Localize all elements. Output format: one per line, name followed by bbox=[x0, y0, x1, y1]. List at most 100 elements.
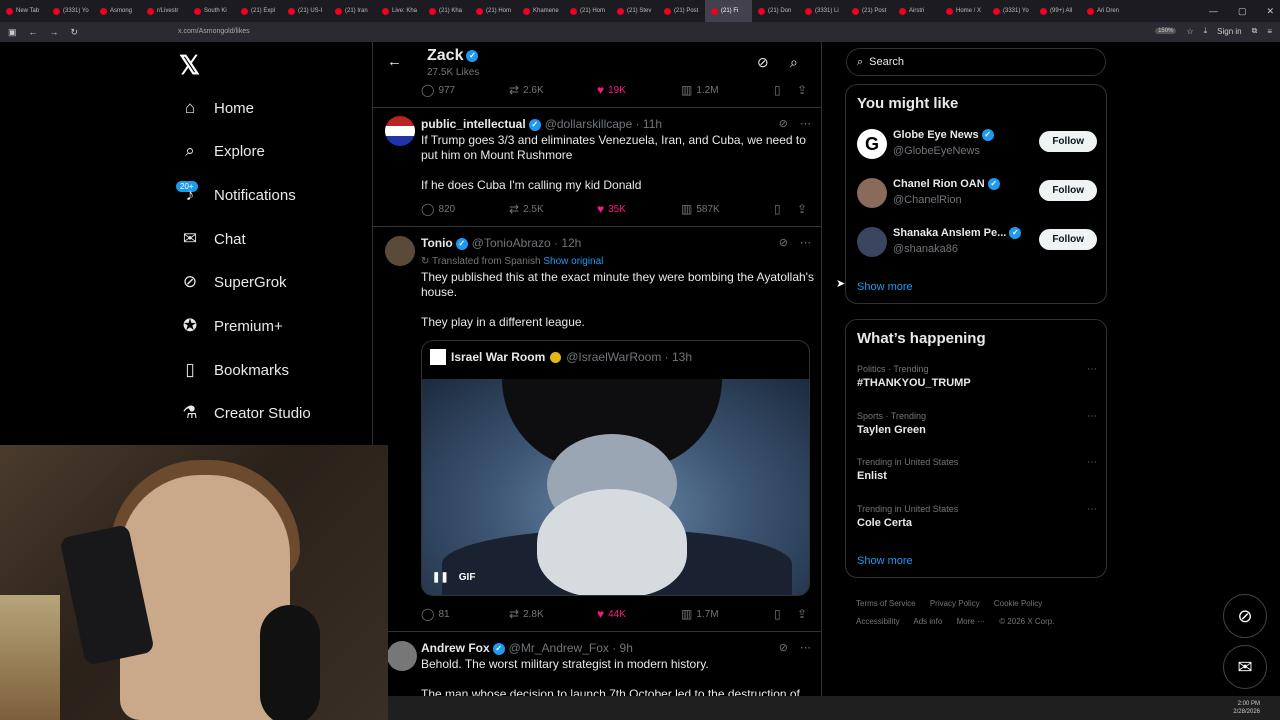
views-button[interactable]: ▥ 1.7M bbox=[681, 607, 774, 621]
like-button[interactable]: ♥ 35K bbox=[597, 202, 681, 216]
back-arrow-icon[interactable]: ← bbox=[387, 53, 402, 70]
suggested-account[interactable]: G Globe Eye News ✓ @GlobeEyeNews Follow bbox=[857, 125, 1097, 165]
more-icon[interactable]: ⋯ bbox=[800, 236, 811, 249]
browser-tab[interactable]: (21) Hom bbox=[470, 0, 517, 22]
search-input[interactable]: ⌕ Search bbox=[846, 48, 1106, 76]
avatar[interactable] bbox=[385, 236, 415, 266]
browser-tab[interactable]: (21) Fi bbox=[705, 0, 752, 22]
browser-tab[interactable]: Asmong bbox=[94, 0, 141, 22]
share-button[interactable]: ⇪ bbox=[797, 83, 807, 97]
reply-button[interactable]: ◯ 81 bbox=[421, 607, 509, 621]
bookmark-button[interactable]: ▯ bbox=[774, 83, 797, 97]
repost-button[interactable]: ⇄ 2.8K bbox=[509, 607, 597, 621]
x-logo[interactable]: 𝕏 bbox=[179, 50, 200, 81]
grok-icon[interactable]: ⊘ bbox=[779, 117, 788, 130]
post-author[interactable]: Tonio ✓ @TonioAbrazo · 12h bbox=[421, 236, 581, 250]
extensions-icon[interactable]: ⧉ bbox=[1252, 26, 1258, 36]
address-input[interactable]: x.com/Asmongold/likes bbox=[178, 28, 250, 35]
post-author[interactable]: public_intellectual ✓ @dollarskillcape · 1… bbox=[421, 117, 662, 131]
menu-icon[interactable]: ≡ bbox=[1267, 27, 1272, 36]
quoted-post-author[interactable]: Israel War Room @IsraelWarRoom · 13h bbox=[430, 349, 692, 365]
more-icon[interactable]: ⋯ bbox=[1087, 457, 1097, 468]
bookmark-button[interactable]: ▯ bbox=[774, 607, 797, 621]
views-button[interactable]: ▥ 1.2M bbox=[681, 83, 774, 97]
like-button[interactable]: ♥ 19K bbox=[597, 83, 681, 97]
close-icon[interactable]: ✕ bbox=[1266, 6, 1274, 17]
suggested-account[interactable]: Shanaka Anslem Pe... ✓ @shanaka86 Follow bbox=[857, 223, 1097, 263]
messages-fab-button[interactable]: ✉ bbox=[1223, 645, 1267, 689]
minimize-icon[interactable]: — bbox=[1209, 6, 1218, 16]
grok-icon[interactable]: ⊘ bbox=[779, 236, 788, 249]
trend-item[interactable]: Politics · Trending #THANKYOU_TRUMP ⋯ bbox=[857, 364, 1097, 389]
footer-link[interactable]: Terms of Service bbox=[856, 599, 916, 608]
browser-tab[interactable]: (21) Don bbox=[752, 0, 799, 22]
share-button[interactable]: ⇪ bbox=[797, 202, 807, 216]
bookmark-button[interactable]: ▯ bbox=[774, 202, 797, 216]
nav-premium[interactable]: ✪ Premium+ bbox=[180, 316, 283, 336]
reply-button[interactable]: ◯ 977 bbox=[421, 83, 509, 97]
search-icon[interactable]: ⌕ bbox=[790, 54, 798, 71]
nav-chat[interactable]: ✉ Chat bbox=[180, 229, 246, 249]
timeline[interactable]: ← Zack ✓ 27.5K Likes ⊘ ⌕ ◯ 977 ⇄ 2.6K ♥ 19K … bbox=[372, 42, 822, 720]
browser-tab[interactable]: Live: Kha bbox=[376, 0, 423, 22]
browser-tab[interactable]: Airstri bbox=[893, 0, 940, 22]
browser-tab[interactable]: South Ki bbox=[188, 0, 235, 22]
post-author[interactable]: Andrew Fox ✓ @Mr_Andrew_Fox · 9h bbox=[421, 641, 633, 655]
more-icon[interactable]: ⋯ bbox=[800, 641, 811, 654]
reload-icon[interactable]: ↻ bbox=[71, 27, 79, 38]
suggested-account[interactable]: Chanel Rion OAN ✓ @ChanelRion Follow bbox=[857, 174, 1097, 214]
avatar[interactable] bbox=[387, 641, 417, 671]
pause-icon[interactable]: ❚❚ bbox=[432, 572, 449, 583]
browser-tab[interactable]: Khamene bbox=[517, 0, 564, 22]
like-button[interactable]: ♥ 44K bbox=[597, 607, 681, 621]
forward-icon[interactable]: → bbox=[50, 27, 59, 38]
nav-supergrok[interactable]: ⊘ SuperGrok bbox=[180, 272, 287, 292]
browser-tab[interactable]: (21) Expl bbox=[235, 0, 282, 22]
browser-tab[interactable]: (3331) Yo bbox=[987, 0, 1034, 22]
grok-icon[interactable]: ⊘ bbox=[779, 641, 788, 654]
footer-link[interactable]: Privacy Policy bbox=[930, 599, 980, 608]
trend-item[interactable]: Sports · Trending Taylen Green ⋯ bbox=[857, 411, 1097, 436]
repost-button[interactable]: ⇄ 2.5K bbox=[509, 202, 597, 216]
follow-button[interactable]: Follow bbox=[1039, 229, 1097, 250]
share-button[interactable]: ⇪ bbox=[797, 607, 807, 621]
follow-button[interactable]: Follow bbox=[1039, 180, 1097, 201]
trend-item[interactable]: Trending in United States Cole Certa ⋯ bbox=[857, 504, 1097, 529]
footer-link[interactable]: Cookie Policy bbox=[994, 599, 1042, 608]
follow-button[interactable]: Follow bbox=[1039, 131, 1097, 152]
download-icon[interactable]: ⤓ bbox=[1204, 26, 1208, 36]
trend-item[interactable]: Trending in United States Enlist ⋯ bbox=[857, 457, 1097, 482]
footer-link[interactable]: Accessibility bbox=[856, 617, 900, 626]
gif-media[interactable]: ❚❚ GIF bbox=[422, 379, 809, 595]
browser-tab[interactable]: r/Livestr bbox=[141, 0, 188, 22]
browser-tab[interactable]: Ari Dren bbox=[1081, 0, 1128, 22]
more-icon[interactable]: ⋯ bbox=[800, 117, 811, 130]
browser-tab[interactable]: (21) Kha bbox=[423, 0, 470, 22]
nav-creator-studio[interactable]: ⚗ Creator Studio bbox=[180, 403, 310, 423]
browser-tab[interactable]: (3331) Yo bbox=[47, 0, 94, 22]
sidebar-toggle-icon[interactable]: ▣ bbox=[8, 27, 17, 38]
more-icon[interactable]: ⋯ bbox=[1087, 504, 1097, 515]
zoom-level[interactable]: 150% bbox=[1155, 28, 1177, 34]
nav-home[interactable]: ⌂ Home bbox=[180, 98, 254, 118]
footer-link[interactable]: Ads info bbox=[913, 617, 942, 626]
browser-tab[interactable]: (99+) All bbox=[1034, 0, 1081, 22]
browser-tab[interactable]: New Tab bbox=[0, 0, 47, 22]
quoted-post[interactable]: Israel War Room @IsraelWarRoom · 13h ❚❚ GI… bbox=[421, 340, 810, 596]
browser-tab[interactable]: Home / X bbox=[940, 0, 987, 22]
browser-tab[interactable]: (21) Stev bbox=[611, 0, 658, 22]
grok-fab-button[interactable]: ⊘ bbox=[1223, 594, 1267, 638]
more-icon[interactable]: ⋯ bbox=[1087, 411, 1097, 422]
avatar[interactable] bbox=[385, 116, 415, 146]
browser-tab[interactable]: (21) Iran bbox=[329, 0, 376, 22]
browser-tab[interactable]: (3331) Li bbox=[799, 0, 846, 22]
views-button[interactable]: ▥ 587K bbox=[681, 202, 774, 216]
browser-tab[interactable]: (21) Post bbox=[846, 0, 893, 22]
show-original-link[interactable]: Show original bbox=[543, 256, 603, 267]
star-icon[interactable]: ☆ bbox=[1186, 27, 1193, 36]
browser-tab[interactable]: (21) Post bbox=[658, 0, 705, 22]
more-icon[interactable]: ⋯ bbox=[1087, 364, 1097, 375]
back-icon[interactable]: ← bbox=[29, 27, 38, 38]
browser-tab[interactable]: (21) US-I bbox=[282, 0, 329, 22]
show-more-link[interactable]: Show more bbox=[857, 555, 913, 567]
